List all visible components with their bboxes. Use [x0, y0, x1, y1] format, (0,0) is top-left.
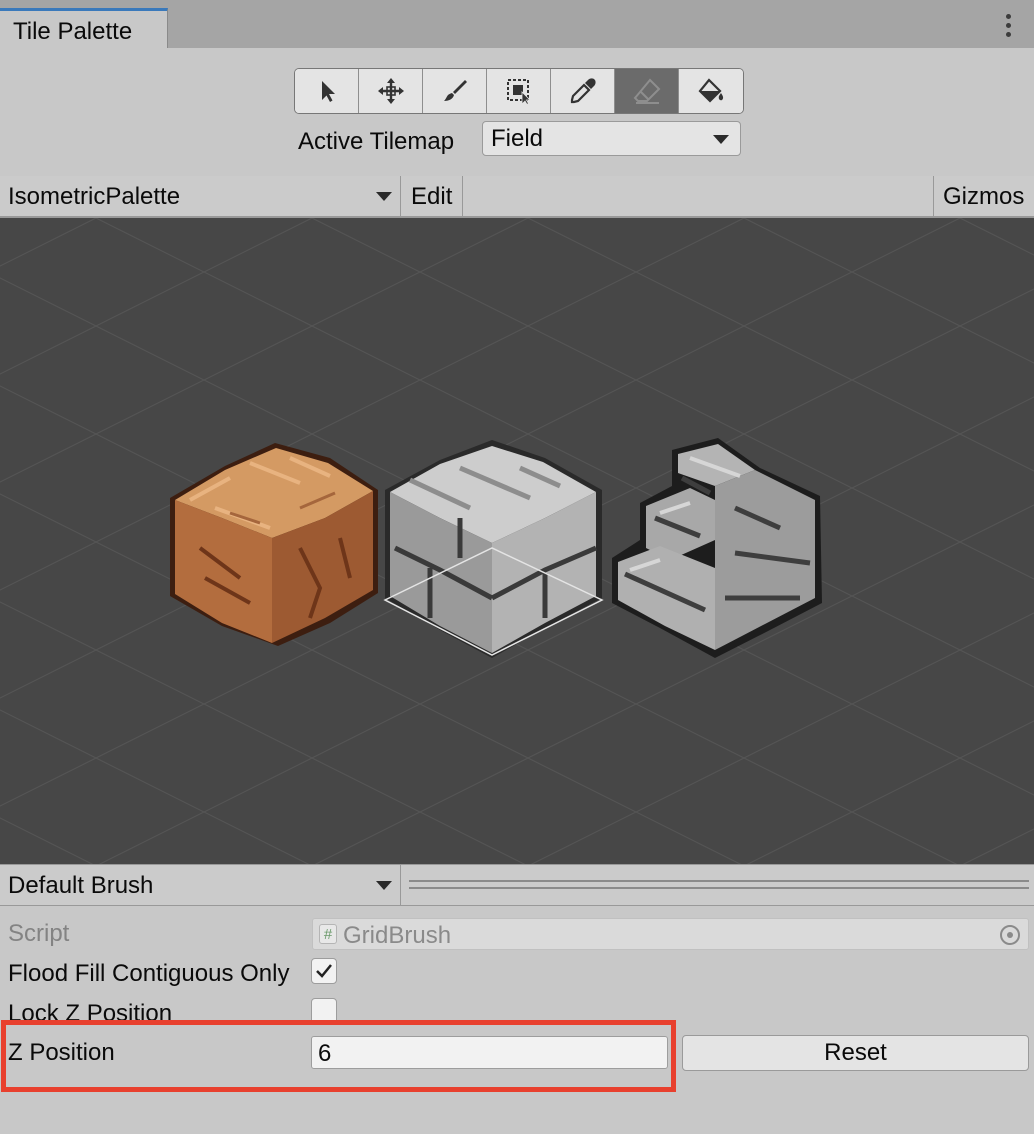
- brush-inspector: Script # GridBrush Flood Fill Contiguous…: [0, 906, 1034, 1134]
- eyedropper-icon: [570, 78, 596, 104]
- gizmos-label: Gizmos: [943, 183, 1025, 210]
- paintbrush-icon: [443, 80, 467, 101]
- script-label: Script: [8, 920, 70, 947]
- active-tilemap-label: Active Tilemap: [298, 128, 455, 155]
- kebab-menu-icon[interactable]: [1006, 14, 1012, 38]
- script-hash-icon: #: [319, 924, 337, 944]
- eraser-icon: [633, 78, 660, 104]
- chevron-down-icon: [376, 192, 392, 201]
- reset-button[interactable]: Reset: [682, 1035, 1029, 1071]
- active-tilemap-value: Field: [491, 125, 544, 152]
- edit-label: Edit: [411, 183, 453, 210]
- object-picker-icon[interactable]: [1000, 925, 1020, 945]
- box-fill-tool-button[interactable]: [487, 69, 551, 113]
- paint-tool-button[interactable]: [423, 69, 487, 113]
- tool-group: [294, 68, 744, 114]
- brush-dropdown[interactable]: Default Brush: [0, 865, 401, 905]
- palette-name: IsometricPalette: [8, 183, 181, 210]
- checkmark-icon: [316, 964, 332, 978]
- palette-canvas[interactable]: [0, 218, 1034, 864]
- flood-fill-checkbox[interactable]: [311, 958, 337, 984]
- palette-header: IsometricPalette Edit Gizmos: [0, 176, 1034, 218]
- tab-title: Tile Palette: [13, 18, 133, 45]
- flood-fill-label: Flood Fill Contiguous Only: [8, 960, 290, 987]
- chevron-down-icon: [376, 881, 392, 890]
- brush-header: Default Brush: [0, 864, 1034, 906]
- script-value: GridBrush: [343, 922, 452, 949]
- box-fill-icon: [506, 79, 531, 105]
- highlight-box: [1, 1020, 676, 1092]
- select-tool-button[interactable]: [295, 69, 359, 113]
- pick-tool-button[interactable]: [551, 69, 615, 113]
- move-tool-button[interactable]: [359, 69, 423, 113]
- paint-bucket-icon: [698, 78, 724, 103]
- arrow-cursor-icon: [321, 81, 335, 102]
- resize-handle[interactable]: [409, 880, 1029, 889]
- tab-tile-palette[interactable]: Tile Palette: [0, 8, 168, 48]
- palette-dropdown[interactable]: IsometricPalette: [0, 176, 401, 216]
- gizmos-button[interactable]: Gizmos: [933, 176, 1034, 216]
- erase-tool-button[interactable]: [615, 69, 679, 113]
- edit-button[interactable]: Edit: [401, 176, 463, 216]
- flood-fill-tool-button[interactable]: [679, 69, 743, 113]
- active-tilemap-dropdown[interactable]: Field: [482, 121, 741, 156]
- reset-label: Reset: [824, 1039, 887, 1066]
- tab-strip: Tile Palette: [0, 0, 1034, 48]
- script-object-field: # GridBrush: [312, 918, 1029, 950]
- toolbar-area: Active Tilemap Field: [0, 48, 1034, 176]
- brush-name: Default Brush: [8, 872, 154, 899]
- chevron-down-icon: [713, 135, 729, 144]
- move-arrows-icon: [377, 78, 404, 104]
- palette-grid: [0, 218, 1034, 864]
